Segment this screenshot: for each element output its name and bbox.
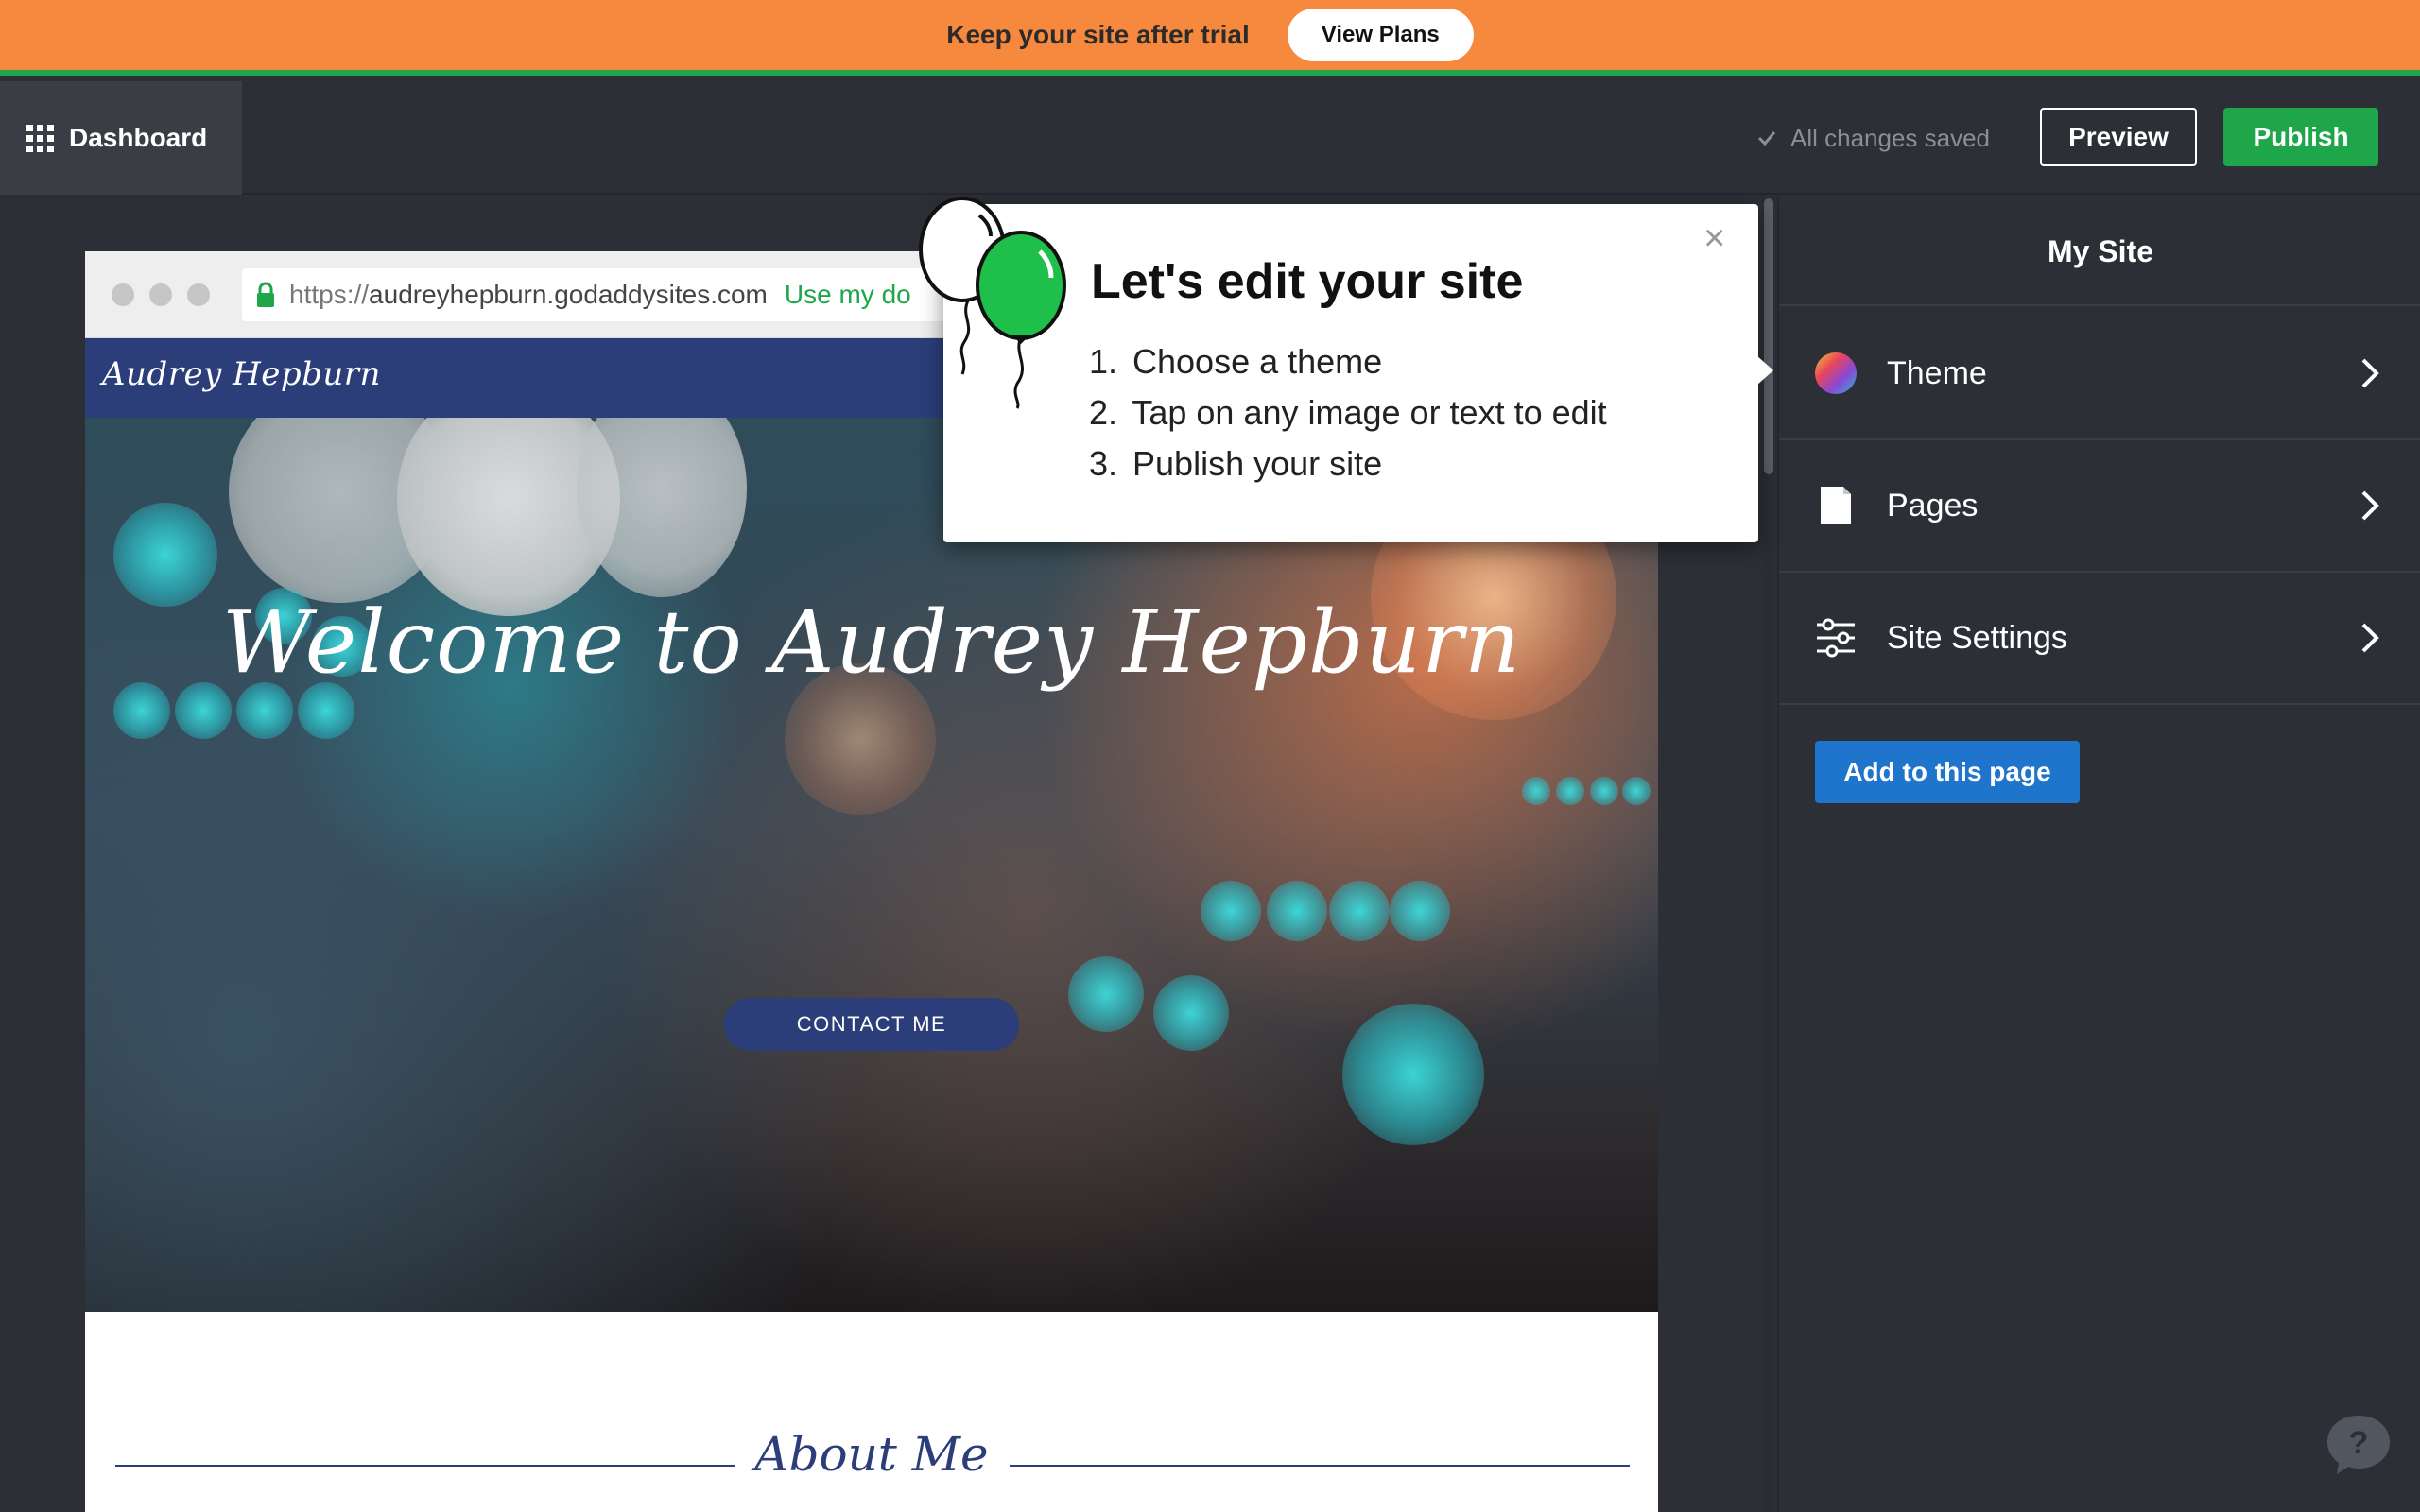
tooltip-step: 1. Choose a theme (1089, 342, 1383, 381)
panel-item-label: Pages (1887, 487, 1979, 524)
svg-text:?: ? (2349, 1425, 2369, 1461)
panel-item-label: Site Settings (1887, 619, 2067, 656)
help-icon[interactable]: ? (2325, 1412, 2392, 1478)
view-plans-button[interactable]: View Plans (1287, 9, 1474, 61)
apps-grid-icon (26, 124, 54, 152)
panel-item-theme[interactable]: Theme (1779, 308, 2420, 440)
editor-toolbar: Dashboard All changes saved Preview Publ… (0, 81, 2420, 195)
panel-item-label: Theme (1887, 354, 1987, 391)
canvas-scroll-thumb[interactable] (1764, 198, 1773, 474)
add-to-page-button[interactable]: Add to this page (1815, 741, 2080, 803)
about-title[interactable]: About Me (85, 1427, 1658, 1482)
trial-banner: Keep your site after trial View Plans (0, 0, 2420, 76)
site-panel: My Site Theme Pages Site Settings Add to… (1777, 197, 2420, 1512)
panel-title: My Site (1779, 197, 2420, 306)
tooltip-step: 2. Tap on any image or text to edit (1089, 393, 1607, 432)
banner-text: Keep your site after trial (946, 20, 1250, 49)
contact-me-button[interactable]: CONTACT ME (724, 998, 1019, 1051)
about-section[interactable]: About Me (85, 1312, 1658, 1512)
tooltip-steps: 1. Choose a theme 2. Tap on any image or… (1089, 336, 1607, 490)
balloons-icon (919, 197, 1066, 409)
save-status-text: All changes saved (1790, 123, 1991, 152)
tooltip-arrow (1756, 355, 1773, 386)
preview-button[interactable]: Preview (2040, 108, 2197, 166)
color-wheel-icon (1815, 352, 1857, 394)
publish-button[interactable]: Publish (2223, 108, 2378, 166)
chevron-right-icon (2361, 623, 2379, 653)
close-icon[interactable]: × (1703, 219, 1725, 257)
sliders-icon (1817, 618, 1855, 658)
hero-title[interactable]: Welcome to Audrey Hepburn (85, 592, 1658, 693)
dashboard-label: Dashboard (69, 123, 208, 152)
page-icon (1821, 487, 1851, 524)
tooltip-step: 3. Publish your site (1089, 444, 1383, 483)
tooltip-title: Let's edit your site (1091, 254, 1524, 309)
chevron-right-icon (2361, 358, 2379, 388)
panel-item-pages[interactable]: Pages (1779, 440, 2420, 573)
dashboard-button[interactable]: Dashboard (0, 81, 242, 195)
save-status: All changes saved (1756, 81, 1990, 195)
panel-item-site-settings[interactable]: Site Settings (1779, 573, 2420, 705)
chevron-right-icon (2361, 490, 2379, 521)
check-icon (1757, 131, 1776, 146)
